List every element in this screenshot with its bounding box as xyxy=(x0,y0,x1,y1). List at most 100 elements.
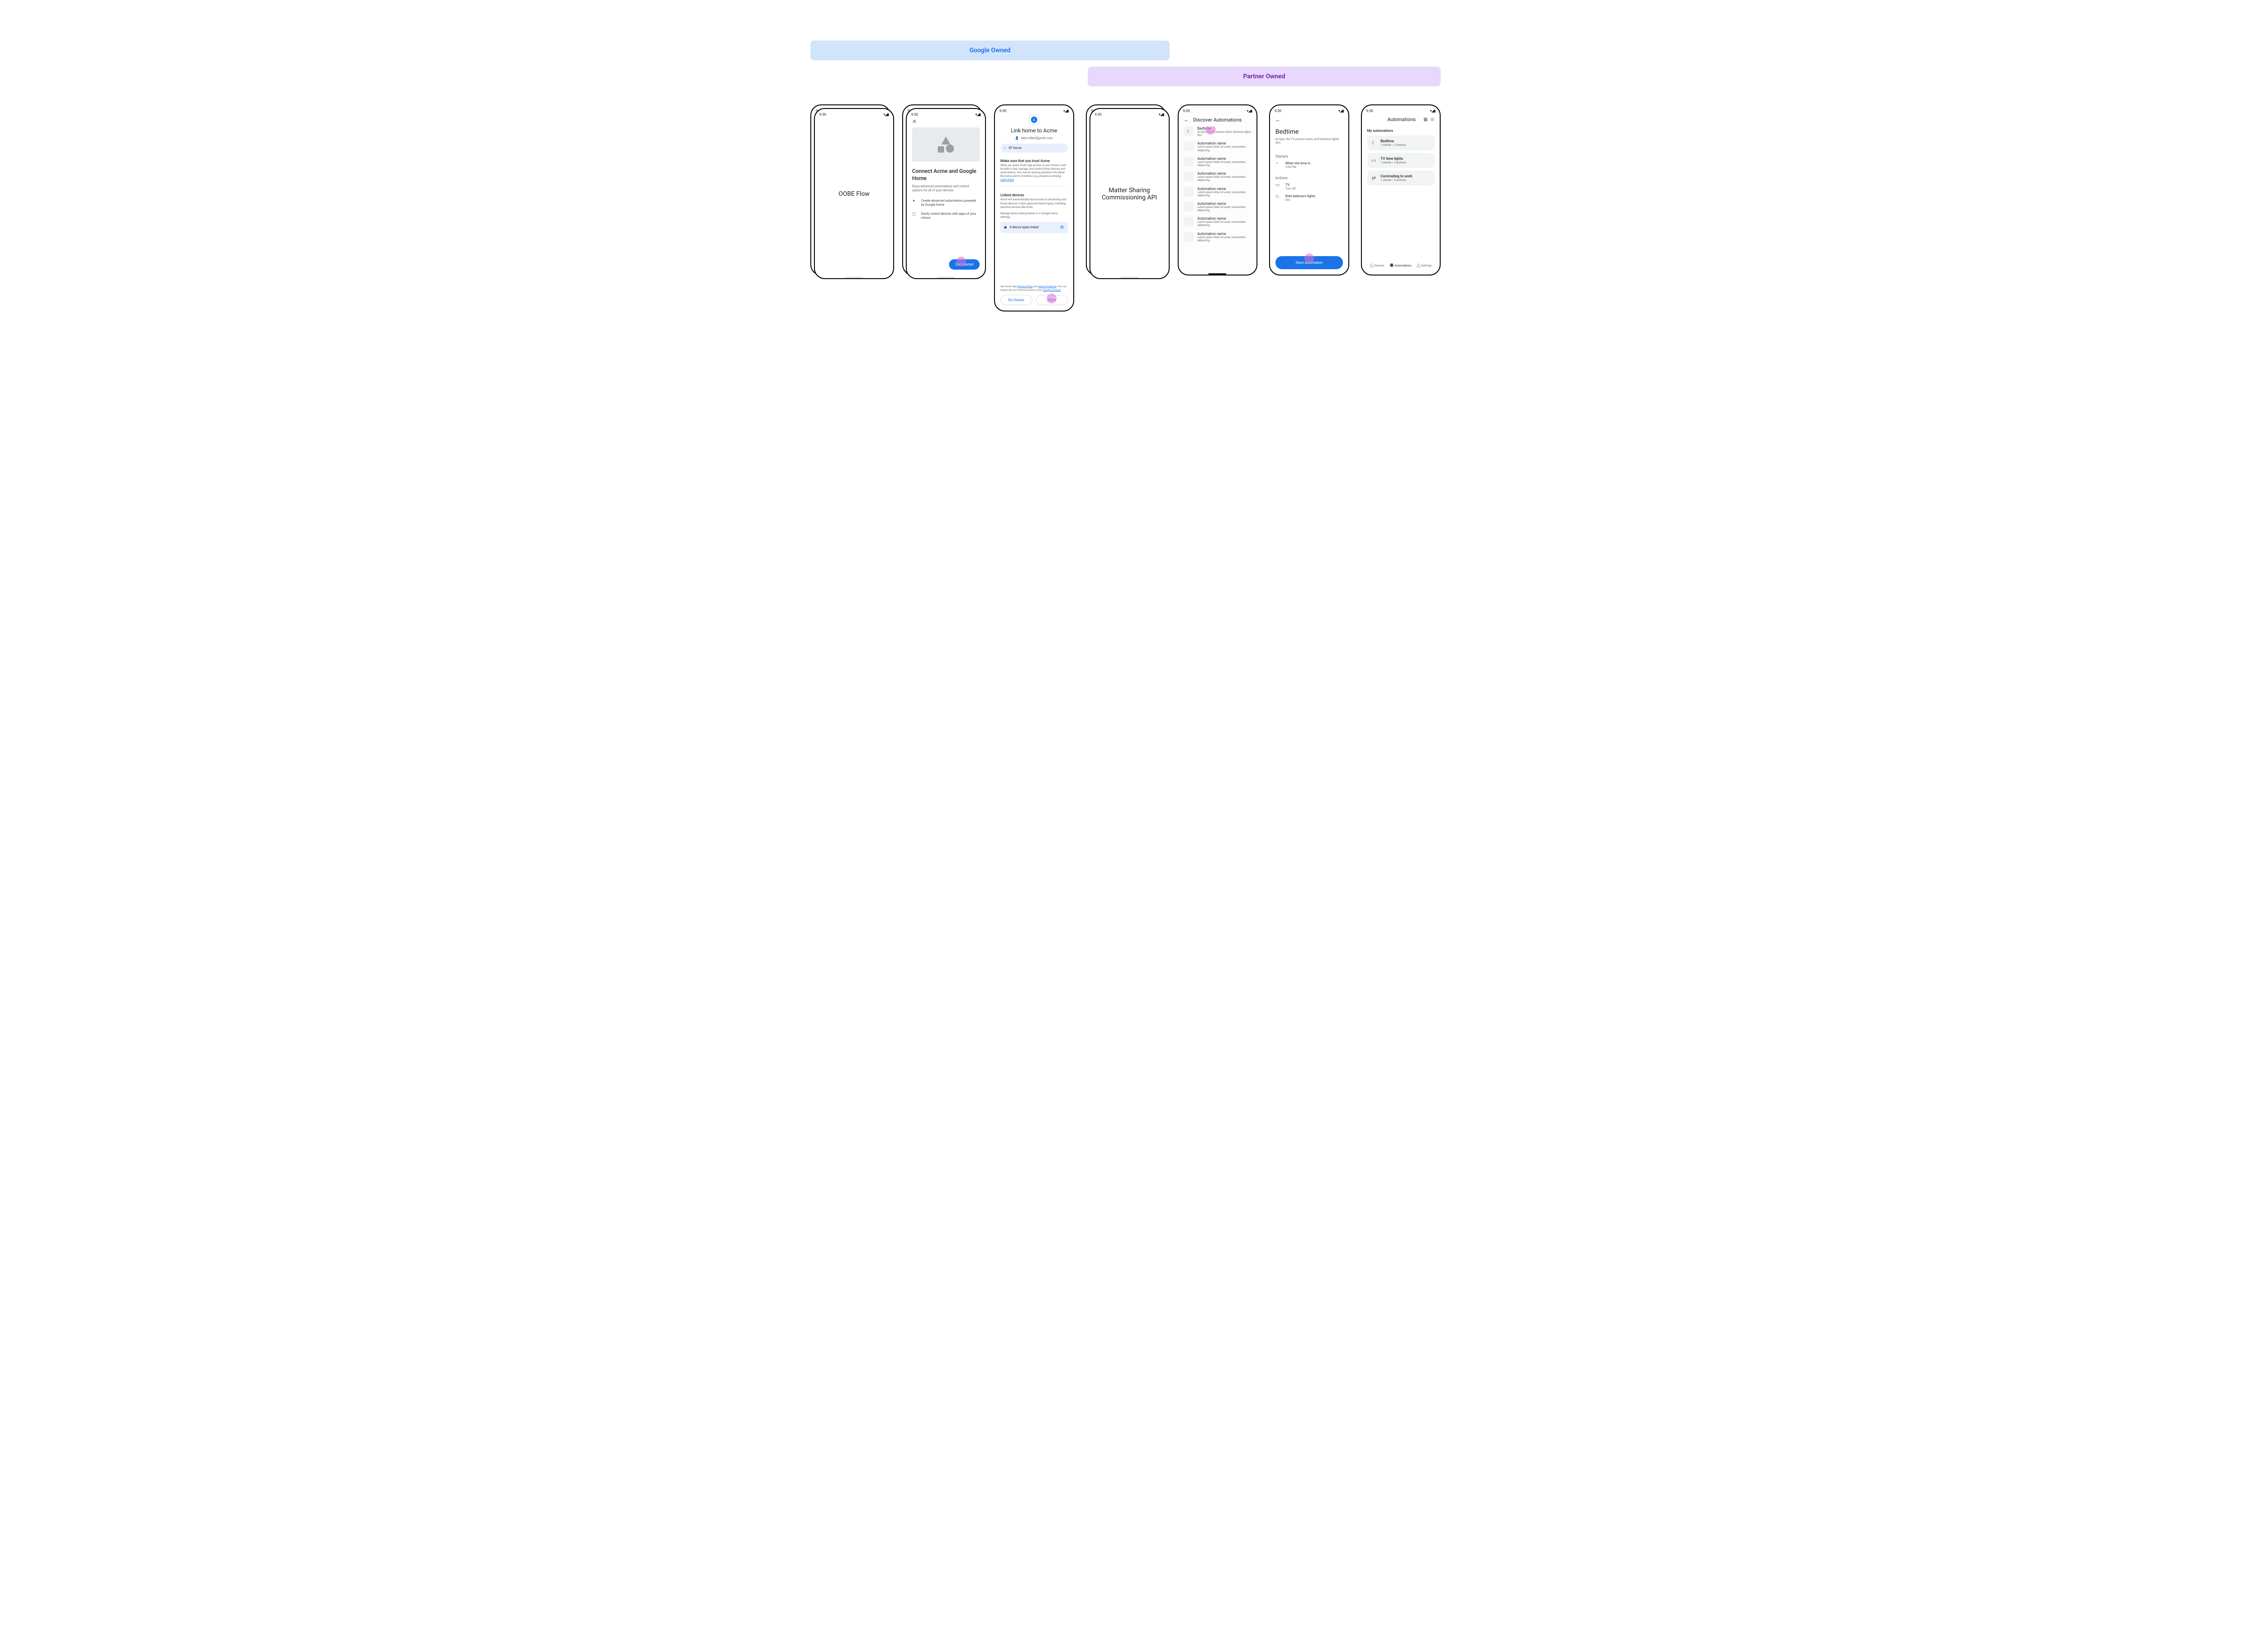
status-icons: ▾◢▮ xyxy=(1063,109,1069,113)
google-account-link[interactable]: Google Account xyxy=(1043,289,1061,292)
nav-label: Settings xyxy=(1421,264,1432,267)
device-types-chip[interactable]: ▣ 4 device types linked ⚙ xyxy=(1000,222,1068,233)
automation-thumb-icon xyxy=(1184,202,1194,212)
learn-more-link[interactable]: Learn more xyxy=(1000,178,1014,181)
back-icon[interactable]: ← xyxy=(1184,117,1189,123)
phone-matter-front: 9:30 ▾◢▮ Matter Sharing Commissioning AP… xyxy=(1089,108,1170,279)
divider xyxy=(1000,186,1068,187)
allow-label: Allow xyxy=(1048,298,1056,302)
tos-link[interactable]: Terms of Service xyxy=(1038,285,1056,288)
nav-devices[interactable]: △ Devices xyxy=(1370,262,1384,268)
status-time: 9:30 xyxy=(819,113,826,117)
item-subtitle: Lorem ipsum dolor sit amet, consectetur … xyxy=(1198,236,1252,242)
phone-automations-tab: 9:30 ▾◢▮ Automations ▦ ◎ My automations … xyxy=(1361,104,1441,275)
item-title: Automation name xyxy=(1198,187,1252,191)
status-time: 9:30 xyxy=(1183,109,1190,113)
card-title: TV time lights xyxy=(1381,157,1406,161)
bullet-control: ▢ Easily control devices with apps of yo… xyxy=(912,212,980,220)
partner-owned-banner: Partner Owned xyxy=(1088,67,1441,86)
status-icons: ▾◢▮ xyxy=(1430,109,1435,113)
status-time: 9:30 xyxy=(1095,113,1102,117)
item-subtitle: Lorem ipsum dolor sit amet, consectetur … xyxy=(1198,191,1252,197)
status-bar: 9:30 ▾◢▮ xyxy=(907,109,985,118)
phone-bedtime: 9:30 ▾◢▮ ← Bedtime At 9pm, the TV powers… xyxy=(1269,104,1349,275)
back-icon[interactable]: ← xyxy=(1275,117,1281,123)
status-time: 9:30 xyxy=(911,113,918,117)
automation-card-commuting[interactable]: ⇄ Commuting to work1 starter • 3 actions xyxy=(1367,171,1435,185)
item-subtitle: At 9pm, the TV powers down, bedroom ligh… xyxy=(1198,131,1252,137)
starter-l2: 9:00 PM xyxy=(1285,165,1311,169)
light-icon: ◇ xyxy=(1275,194,1282,199)
automation-thumb-icon xyxy=(1184,157,1194,167)
settings-nav-icon: △ xyxy=(1416,262,1420,268)
action-row-tv[interactable]: ▭ TVTurn off xyxy=(1275,183,1343,190)
status-icons: ▾◢▮ xyxy=(1338,109,1344,113)
automations-header: Automations ▦ ◎ xyxy=(1367,115,1435,127)
phone-row: 9:30 ▾◢▮ 9:30 ▾◢▮ OOBE Flow 9:30 ▾◢▮ 9:3… xyxy=(810,104,1441,311)
item-title: Automation name xyxy=(1198,157,1252,161)
moon-icon: ☾ xyxy=(1184,126,1194,136)
card-title: Commuting to work xyxy=(1381,174,1412,178)
starter-row[interactable]: ◔ When the time is9:00 PM xyxy=(1275,161,1343,169)
action-l2: Turn off xyxy=(1285,187,1296,190)
nav-automations[interactable]: ◉ Automations xyxy=(1389,262,1411,268)
home-chip-label: SF Home xyxy=(1008,146,1022,150)
get-started-button[interactable]: Get started xyxy=(949,259,980,270)
automation-thumb-icon xyxy=(1184,217,1194,226)
bottom-nav: △ Devices ◉ Automations △ Settings xyxy=(1367,259,1435,269)
bedtime-topbar: ← xyxy=(1275,115,1343,126)
automation-item-bedtime[interactable]: ☾ Bedtime At 9pm, the TV powers down, be… xyxy=(1184,126,1252,137)
automation-list[interactable]: ☾ Bedtime At 9pm, the TV powers down, be… xyxy=(1184,126,1252,247)
home-indicator xyxy=(1208,273,1226,275)
get-started-label: Get started xyxy=(955,262,973,266)
automation-item[interactable]: Automation nameLorem ipsum dolor sit ame… xyxy=(1184,172,1252,182)
no-thanks-button[interactable]: No thanks xyxy=(1000,295,1032,305)
calendar-icon[interactable]: ▦ xyxy=(1424,117,1428,122)
home-chip[interactable]: ⌂ SF Home xyxy=(1000,144,1068,153)
device-chip-label: 4 device types linked xyxy=(1010,226,1039,229)
home-indicator xyxy=(1121,277,1139,278)
starters-label: Starters xyxy=(1275,154,1343,158)
action-l1: Kids bedroom lights xyxy=(1285,194,1315,198)
devices-icon: ▢ xyxy=(912,212,918,220)
automations-title: Automations xyxy=(1380,117,1424,122)
status-bar: 9:30 ▾◢▮ xyxy=(815,109,893,118)
ownership-banners: Google Owned Partner Owned xyxy=(810,41,1441,86)
tv-icon: ▭ xyxy=(1371,158,1377,163)
automation-item[interactable]: Automation nameLorem ipsum dolor sit ame… xyxy=(1184,232,1252,242)
item-title: Automation name xyxy=(1198,172,1252,176)
link-footer-buttons: No thanks Allow xyxy=(1000,295,1068,305)
automation-item[interactable]: Automation nameLorem ipsum dolor sit ame… xyxy=(1184,141,1252,152)
item-subtitle: Lorem ipsum dolor sit amet, consectetur … xyxy=(1198,161,1252,167)
item-subtitle: Lorem ipsum dolor sit amet, consectetur … xyxy=(1198,145,1252,152)
status-bar: 9:30 ▾◢▮ xyxy=(1090,109,1169,118)
item-title: Bedtime xyxy=(1198,126,1252,131)
gear-icon[interactable]: ⚙ xyxy=(1060,225,1064,230)
link-title: Link home to Acme xyxy=(1000,127,1068,134)
save-automation-button[interactable]: Save automation xyxy=(1275,256,1343,269)
bedtime-subtitle: At 9pm, the TV powers down, and bedroom … xyxy=(1275,137,1343,144)
nav-settings[interactable]: △ Settings xyxy=(1416,262,1432,268)
privacy-link[interactable]: Privacy Policy xyxy=(1017,285,1033,288)
automation-item[interactable]: Automation nameLorem ipsum dolor sit ame… xyxy=(1184,157,1252,167)
automations-nav-icon: ◉ xyxy=(1389,262,1394,268)
phone-connect-front: 9:30 ▾◢▮ ✕ Connect Acme and Google Home … xyxy=(906,108,986,279)
person-icon: 👤 xyxy=(1015,136,1019,140)
allow-button[interactable]: Allow xyxy=(1036,295,1068,305)
automation-item[interactable]: Automation nameLorem ipsum dolor sit ame… xyxy=(1184,202,1252,212)
automation-item[interactable]: Automation nameLorem ipsum dolor sit ame… xyxy=(1184,217,1252,227)
account-icon[interactable]: ◎ xyxy=(1430,117,1434,122)
actions-label: Actions xyxy=(1275,176,1343,180)
trust-body: When you grant Smart App access to your … xyxy=(1000,164,1068,182)
action-row-lights[interactable]: ◇ Kids bedroom lightsDim xyxy=(1275,194,1343,202)
square-icon xyxy=(938,146,944,153)
linked-body: Acme will automatically have access to a… xyxy=(1000,198,1068,209)
status-icons: ▾◢▮ xyxy=(975,113,981,117)
automation-card-tv-lights[interactable]: ▭ TV time lights1 starter • 2 actions xyxy=(1367,153,1435,168)
bullet-text: Create advanced automations powered by G… xyxy=(921,199,980,207)
action-l1: TV xyxy=(1285,183,1296,187)
phone-oobe-front: 9:30 ▾◢▮ OOBE Flow xyxy=(814,108,894,279)
automation-card-bedtime[interactable]: ☾ Bedtime1 starter • 2 actions xyxy=(1367,135,1435,150)
close-icon[interactable]: ✕ xyxy=(912,118,980,125)
automation-item[interactable]: Automation nameLorem ipsum dolor sit ame… xyxy=(1184,187,1252,197)
